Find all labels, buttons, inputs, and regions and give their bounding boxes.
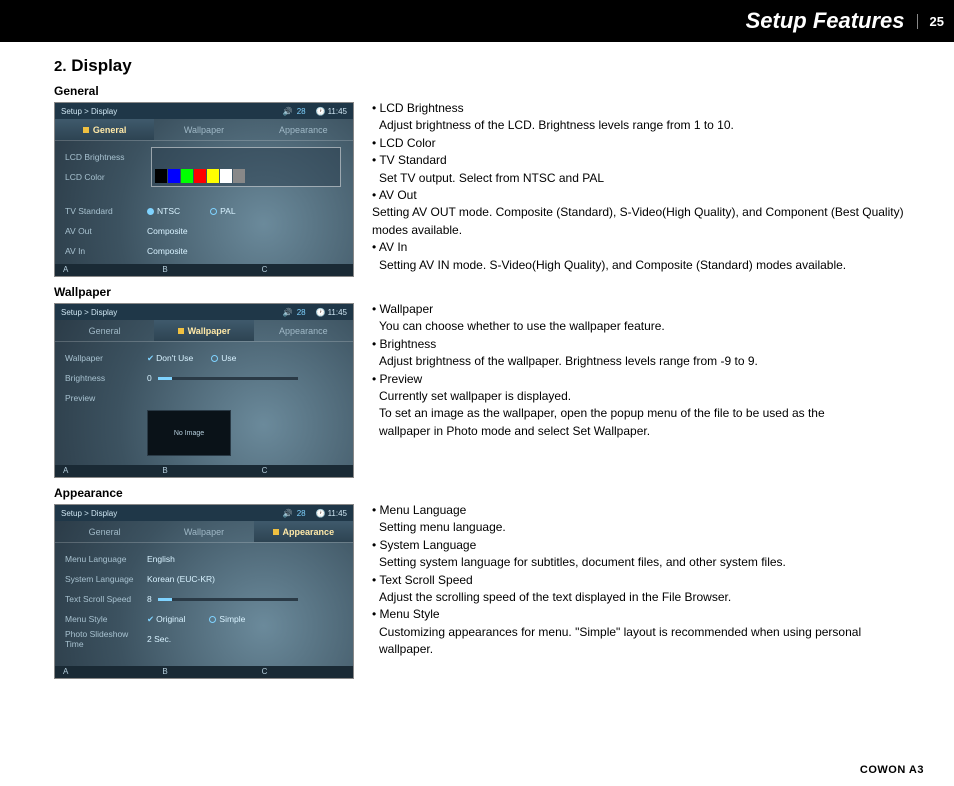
subsection-appearance: Appearance Setup > Display 🔊 28 🕐 11:45 … [54, 486, 914, 679]
tab-appearance[interactable]: Appearance [254, 119, 353, 140]
brightness-slider[interactable] [158, 377, 298, 380]
row-text-scroll[interactable]: Text Scroll Speed [65, 594, 147, 604]
tab-general[interactable]: General [55, 521, 154, 542]
radio-pal-icon[interactable] [210, 208, 217, 215]
clock-icon: 🕐 [316, 107, 326, 116]
check-icon[interactable]: ✔ [147, 614, 154, 624]
check-icon[interactable]: ✔ [147, 353, 154, 363]
tab-appearance[interactable]: Appearance [254, 320, 353, 341]
row-slideshow-time[interactable]: Photo Slideshow Time [65, 629, 147, 649]
footer-model: COWON A3 [860, 764, 924, 776]
tab-wallpaper[interactable]: Wallpaper [154, 521, 253, 542]
section-title-text: Display [71, 56, 131, 75]
row-lcd-color[interactable]: LCD Color [65, 172, 147, 182]
screenshot-wallpaper: Setup > Display 🔊 28 🕐 11:45 General Wal… [54, 303, 354, 478]
radio-ntsc-icon[interactable] [147, 208, 154, 215]
page-content: 2. Display General Setup > Display 🔊 28 … [0, 42, 954, 679]
radio-simple-icon[interactable] [209, 616, 216, 623]
row-brightness[interactable]: Brightness [65, 373, 147, 383]
row-menu-style[interactable]: Menu Style [65, 614, 147, 624]
row-system-language[interactable]: System Language [65, 574, 147, 584]
label-wallpaper: Wallpaper [54, 285, 354, 299]
page-number: 25 [917, 14, 944, 29]
screenshot-general: Setup > Display 🔊 28 🕐 11:45 General Wal… [54, 102, 354, 277]
screenshot-appearance: Setup > Display 🔊 28 🕐 11:45 General Wal… [54, 504, 354, 679]
volume-value: 28 [297, 107, 306, 116]
subsection-general: General Setup > Display 🔊 28 🕐 11:45 Gen… [54, 84, 914, 277]
breadcrumb: Setup > Display [61, 107, 283, 116]
tab-general[interactable]: General [55, 320, 154, 341]
tab-appearance[interactable]: Appearance [254, 521, 353, 542]
label-appearance: Appearance [54, 486, 354, 500]
radio-use-icon[interactable] [211, 355, 218, 362]
color-bars [155, 169, 245, 183]
description-wallpaper: Wallpaper You can choose whether to use … [372, 285, 914, 440]
row-av-out[interactable]: AV Out [65, 226, 147, 236]
page-header: Setup Features 25 [0, 0, 954, 42]
row-preview[interactable]: Preview [65, 393, 147, 403]
volume-icon: 🔊 [283, 107, 293, 116]
page-title: Setup Features [746, 8, 917, 34]
scroll-speed-slider[interactable] [158, 598, 298, 601]
subsection-wallpaper: Wallpaper Setup > Display 🔊 28 🕐 11:45 G… [54, 285, 914, 478]
section-heading: 2. Display [54, 56, 914, 76]
row-av-in[interactable]: AV In [65, 246, 147, 256]
tab-wallpaper[interactable]: Wallpaper [154, 119, 253, 140]
label-general: General [54, 84, 354, 98]
tab-wallpaper[interactable]: Wallpaper [154, 320, 253, 341]
tab-general[interactable]: General [55, 119, 154, 140]
preview-no-image: No Image [147, 410, 231, 456]
section-number: 2. [54, 58, 67, 75]
row-lcd-brightness[interactable]: LCD Brightness [65, 152, 147, 162]
row-wallpaper[interactable]: Wallpaper [65, 353, 147, 363]
description-appearance: Menu Language Setting menu language. Sys… [372, 486, 914, 659]
row-menu-language[interactable]: Menu Language [65, 554, 147, 564]
time-value: 11:45 [328, 107, 347, 116]
row-tv-standard[interactable]: TV Standard [65, 206, 147, 216]
description-general: LCD Brightness Adjust brightness of the … [372, 84, 914, 274]
